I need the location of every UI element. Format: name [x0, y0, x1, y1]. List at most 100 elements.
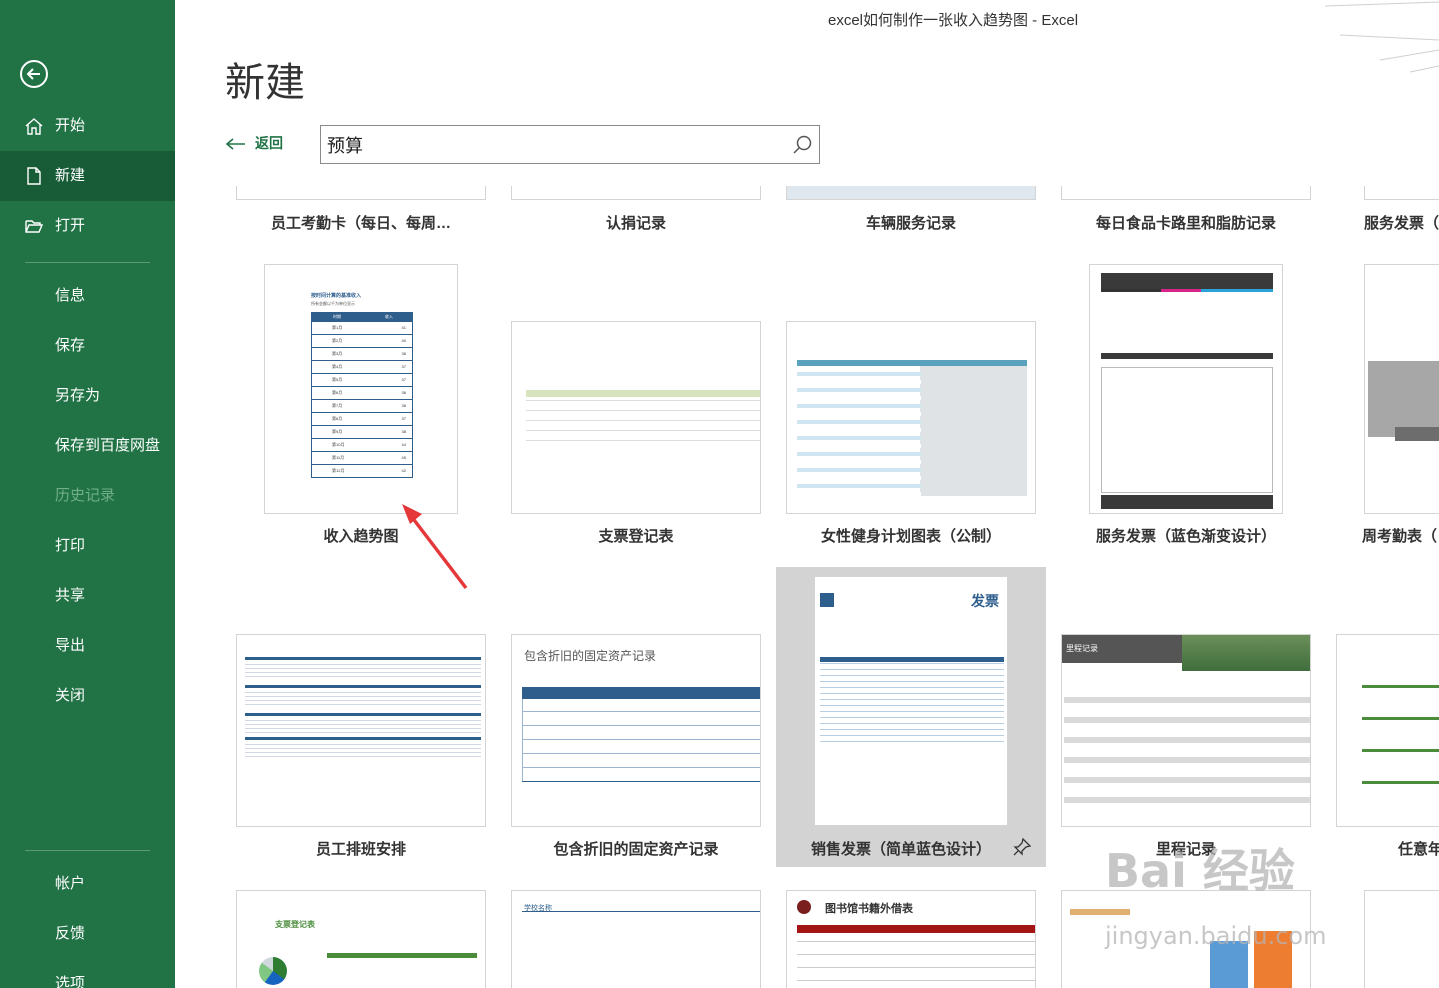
- sidebar-item-info[interactable]: 信息: [0, 271, 175, 321]
- thumb-income-row: 第3月 38: [311, 348, 413, 361]
- thumb-row: [797, 967, 1035, 968]
- thumb-row: [526, 410, 760, 411]
- template-label[interactable]: 服务发票（蓝色渐变设计）: [1061, 525, 1311, 546]
- template-thumbnail[interactable]: [236, 186, 486, 200]
- excel-backstage: 开始 新建 打开 信息 保存 另存为 保存到百度网盘 历史记录 打印 共享 导出…: [0, 0, 1439, 988]
- search-icon[interactable]: [791, 134, 813, 156]
- back-link[interactable]: 返回: [225, 133, 283, 153]
- thumb-table-body: [1101, 367, 1273, 493]
- red-arrow-annotation: [402, 504, 468, 590]
- template-thumbnail[interactable]: [511, 186, 761, 200]
- thumb-row: [1064, 777, 1310, 783]
- template-thumbnail[interactable]: [1061, 186, 1311, 200]
- template-thumbnail-mileage-log[interactable]: 里程记录: [1061, 634, 1311, 827]
- thumb-bands: [245, 657, 481, 757]
- template-label[interactable]: 女性健身计划图表（公制）: [786, 525, 1036, 546]
- thumb-row: [526, 430, 760, 431]
- template-thumbnail-service-invoice[interactable]: [1089, 264, 1283, 514]
- thumb-grey-block: [920, 366, 1027, 496]
- thumb-color-strip: [1161, 289, 1201, 292]
- template-thumbnail[interactable]: [1364, 186, 1439, 200]
- back-button[interactable]: [20, 60, 48, 88]
- thumb-row: [820, 693, 1004, 694]
- sidebar-item-account[interactable]: 帐户: [0, 859, 175, 909]
- sidebar-item-new[interactable]: 新建: [0, 151, 175, 201]
- thumb-band-header: [1362, 781, 1439, 784]
- template-label[interactable]: 任意年: [1398, 838, 1439, 859]
- thumb-row: [245, 672, 481, 673]
- template-thumbnail-fitness[interactable]: [786, 321, 1036, 514]
- thumb-income-row: 第10月 44: [311, 439, 413, 452]
- sidebar-item-feedback[interactable]: 反馈: [0, 909, 175, 959]
- thumb-band-header: [245, 685, 481, 688]
- thumb-row: [245, 692, 481, 693]
- watermark: Bai 经验: [1105, 844, 1295, 898]
- pin-icon[interactable]: [1012, 837, 1032, 857]
- template-thumbnail-employee-schedule[interactable]: [236, 634, 486, 827]
- sidebar-item-print[interactable]: 打印: [0, 521, 175, 571]
- template-label[interactable]: 销售发票（简单蓝色设计）: [776, 838, 1026, 859]
- template-thumbnail-school[interactable]: 学校名称: [511, 890, 761, 988]
- thumb-row: [820, 669, 1004, 670]
- template-thumbnail-fixed-asset[interactable]: 包含折旧的固定资产记录: [511, 634, 761, 827]
- template-label[interactable]: 服务发票（: [1364, 212, 1439, 233]
- thumb-row: [797, 444, 921, 448]
- template-label[interactable]: 车辆服务记录: [786, 212, 1036, 233]
- thumb-row: [797, 476, 921, 480]
- sidebar-item-history: 历史记录: [0, 471, 175, 521]
- template-label[interactable]: 认捐记录: [511, 212, 761, 233]
- search-input[interactable]: [327, 132, 777, 158]
- template-thumbnail-partial[interactable]: [1364, 890, 1439, 988]
- thumb-row: [820, 717, 1004, 718]
- template-thumbnail-sales-invoice[interactable]: 发票: [814, 576, 1008, 826]
- sidebar-item-share[interactable]: 共享: [0, 571, 175, 621]
- watermark-url: jingyan.baidu.com: [1105, 922, 1327, 950]
- thumb-income-row: 第8月 37: [311, 413, 413, 426]
- thumb-title: 按时间计算的基准收入: [311, 293, 362, 299]
- thumb-row: [522, 781, 760, 782]
- template-thumbnail[interactable]: [786, 186, 1036, 200]
- thumb-row: [797, 436, 921, 440]
- thumb-cell-period: 第3月: [332, 351, 343, 356]
- thumb-row: [797, 420, 921, 424]
- thumb-band-header: [245, 737, 481, 740]
- template-thumbnail-check-register[interactable]: [511, 321, 761, 514]
- thumb-table-header: [522, 687, 760, 699]
- sidebar-item-open[interactable]: 打开: [0, 201, 175, 251]
- thumb-row: [797, 484, 921, 488]
- sidebar-item-save[interactable]: 保存: [0, 321, 175, 371]
- template-thumbnail-check-register-2[interactable]: 支票登记表: [236, 890, 486, 988]
- template-label[interactable]: 员工考勤卡（每日、每周…: [236, 212, 486, 233]
- template-thumbnail-library[interactable]: 图书馆书籍外借表: [786, 890, 1036, 988]
- sidebar-item-home[interactable]: 开始: [0, 101, 175, 151]
- thumb-row: [797, 396, 921, 400]
- thumb-row: [820, 723, 1004, 724]
- template-label[interactable]: 支票登记表: [511, 525, 761, 546]
- template-thumbnail-any-year[interactable]: [1336, 634, 1439, 827]
- thumb-cell-period: 第1月: [332, 325, 343, 330]
- template-label[interactable]: 包含折旧的固定资产记录: [511, 838, 761, 859]
- thumb-row: [797, 980, 1035, 981]
- thumb-cell-period: 第12月: [332, 468, 345, 473]
- template-thumbnail-income-trend[interactable]: 按时间计算的基准收入 所有金额以千为单位显示 时期 收入 第1月 41 第2月 40 第…: [264, 264, 458, 514]
- template-label[interactable]: 员工排班安排: [236, 838, 486, 859]
- sidebar-item-save-as[interactable]: 另存为: [0, 371, 175, 421]
- template-thumbnail-weekly-timesheet[interactable]: [1364, 264, 1439, 514]
- template-label[interactable]: 周考勤表（: [1362, 525, 1439, 546]
- new-document-icon: [27, 167, 41, 185]
- thumb-cell-period: 第9月: [332, 429, 343, 434]
- back-arrow-icon: [26, 68, 40, 80]
- sidebar-item-export[interactable]: 导出: [0, 621, 175, 671]
- thumb-cell-period: 第4月: [332, 364, 343, 369]
- thumb-row: [1064, 707, 1310, 713]
- thumb-header-band: [1101, 273, 1273, 289]
- sidebar-item-close[interactable]: 关闭: [0, 671, 175, 721]
- template-label[interactable]: 每日食品卡路里和脂肪记录: [1061, 212, 1311, 233]
- thumb-row: [1064, 807, 1310, 813]
- thumb-row: [1064, 767, 1310, 773]
- thumb-cell-income: 45: [401, 455, 406, 460]
- sidebar-item-label: 共享: [55, 587, 86, 604]
- sidebar-item-save-baidu[interactable]: 保存到百度网盘: [0, 421, 175, 471]
- thumb-header-band: [526, 390, 760, 397]
- sidebar-item-options[interactable]: 选项: [0, 959, 175, 988]
